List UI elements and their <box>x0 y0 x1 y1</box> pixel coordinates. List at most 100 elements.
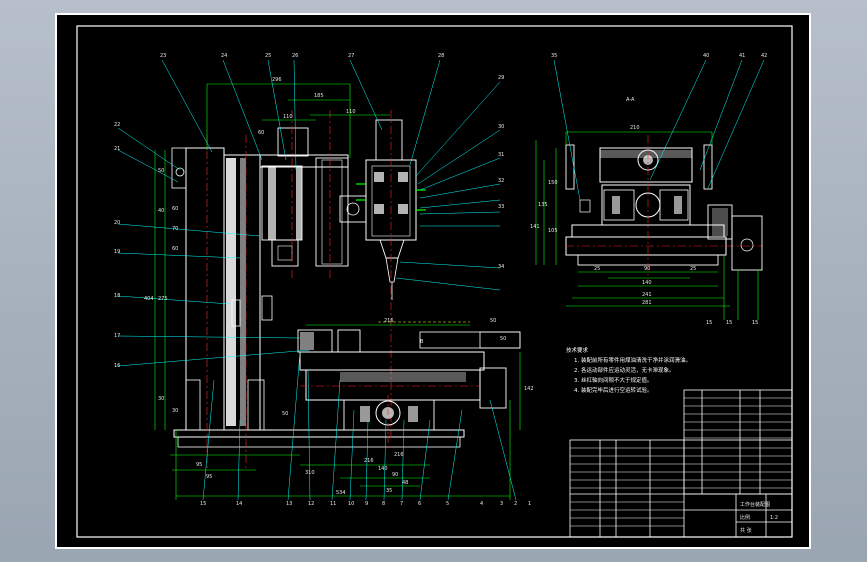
balloon-label: 40 <box>703 53 709 59</box>
balloon-label: 31 <box>498 152 504 158</box>
balloon-label: 8 <box>382 501 385 507</box>
title-block-text: 工作台装配图 比例 1:2 共 张 <box>740 501 778 534</box>
balloon-label: 10 <box>348 501 354 507</box>
main-view-dims: 296 185 110 110 60 50 40 60 70 60 275 40… <box>144 77 534 496</box>
balloon-label: 1 <box>528 501 531 507</box>
balloon-label: 19 <box>114 249 120 255</box>
dim-text: 534 <box>336 490 346 496</box>
dim-text: 142 <box>524 386 534 392</box>
balloon-label: 27 <box>348 53 354 59</box>
dim-text: 70 <box>172 226 178 232</box>
view-title: A-A <box>626 97 635 103</box>
dim-text: 15 <box>752 320 758 326</box>
balloon-label: 35 <box>551 53 557 59</box>
dim-text: 216 <box>394 452 404 458</box>
dim-text: 15 <box>726 320 732 326</box>
drawing-number: 工作台装配图 <box>740 501 770 508</box>
dim-text: 30 <box>158 396 164 402</box>
balloon-label: 3 <box>500 501 503 507</box>
assembly-drawing: 23 24 25 26 27 28 29 30 31 32 33 34 22 2… <box>76 25 793 538</box>
balloon-label: 23 <box>160 53 166 59</box>
balloon-label: 15 <box>200 501 206 507</box>
dim-text: 135 <box>538 202 548 208</box>
balloon-label: 4 <box>480 501 483 507</box>
dim-text: 216 <box>384 318 394 324</box>
dim-text: 25 <box>594 266 600 272</box>
cad-viewport[interactable]: 23 24 25 26 27 28 29 30 31 32 33 34 22 2… <box>0 0 867 562</box>
note-line: 2. 各运动部件应运动灵活，无卡滞现象。 <box>574 366 675 374</box>
dim-text: 296 <box>272 77 282 83</box>
dimension-lines <box>154 83 521 500</box>
balloon-label: 42 <box>761 53 767 59</box>
balloon-label: 11 <box>330 501 336 507</box>
dim-text: 15 <box>706 320 712 326</box>
dim-text: 110 <box>283 114 293 120</box>
dim-text: 95 <box>206 474 212 480</box>
dim-text: 141 <box>530 224 540 230</box>
balloon-label: 7 <box>400 501 403 507</box>
balloon-label: 20 <box>114 220 120 226</box>
dim-text: 50 <box>158 168 164 174</box>
sheet-label: 共 张 <box>740 527 752 534</box>
technical-notes: 技术要求 1. 装配前所有零件用煤油清洗干净并涂润滑油。 2. 各运动部件应运动… <box>566 346 691 394</box>
balloon-label: 32 <box>498 178 504 184</box>
dim-text: 90 <box>644 266 650 272</box>
dim-text: 50 <box>282 411 288 417</box>
balloon-label: 17 <box>114 333 120 339</box>
dim-text: 50 <box>500 336 506 342</box>
section-mark: B <box>420 339 424 345</box>
dim-text: 241 <box>642 292 652 298</box>
inner-frame <box>76 25 793 538</box>
balloon-label: 21 <box>114 146 120 152</box>
dim-text: 281 <box>642 300 652 306</box>
main-view <box>117 59 521 501</box>
balloon-label: 28 <box>438 53 444 59</box>
dim-text: 48 <box>402 480 408 486</box>
balloon-label: 25 <box>265 53 271 59</box>
leader-lines <box>117 59 517 501</box>
dim-text: 140 <box>378 466 388 472</box>
dim-text: 210 <box>630 125 640 131</box>
dim-text: 40 <box>158 208 164 214</box>
balloon-label: 12 <box>308 501 314 507</box>
title-block <box>569 389 793 538</box>
balloon-label: 30 <box>498 124 504 130</box>
balloon-label: 14 <box>236 501 242 507</box>
dim-text: 30 <box>172 408 178 414</box>
notes-heading: 技术要求 <box>566 346 589 354</box>
dim-text: 105 <box>548 228 558 234</box>
dim-text: 90 <box>392 472 398 478</box>
balloon-label: 24 <box>221 53 227 59</box>
balloon-label: 5 <box>446 501 449 507</box>
main-view-balloons: 23 24 25 26 27 28 29 30 31 32 33 34 22 2… <box>114 53 531 507</box>
balloon-label: 26 <box>292 53 298 59</box>
dim-text: 275 <box>158 296 168 302</box>
scale-label: 比例 <box>740 514 750 521</box>
dim-text: 35 <box>386 488 392 494</box>
side-view-labels: A-A 35 40 41 42 210 150 135 141 105 25 9… <box>530 53 767 326</box>
balloon-label: 9 <box>365 501 368 507</box>
balloon-label: 18 <box>114 293 120 299</box>
note-line: 3. 丝杠轴向间隙不大于规定值。 <box>574 376 653 384</box>
balloon-label: 2 <box>514 501 517 507</box>
dim-text: 25 <box>690 266 696 272</box>
note-line: 1. 装配前所有零件用煤油清洗干净并涂润滑油。 <box>574 356 691 364</box>
balloon-label: 16 <box>114 363 120 369</box>
balloon-label: 13 <box>286 501 292 507</box>
dim-text: 216 <box>364 458 374 464</box>
dim-text: 150 <box>548 180 558 186</box>
balloon-label: 29 <box>498 75 504 81</box>
balloon-label: 41 <box>739 53 745 59</box>
balloon-label: 6 <box>418 501 421 507</box>
balloon-label: 34 <box>498 264 504 270</box>
dim-text: 95 <box>196 462 202 468</box>
balloon-label: 22 <box>114 122 120 128</box>
dim-text: 50 <box>490 318 496 324</box>
dim-text: 404 <box>144 296 154 302</box>
balloon-label: 33 <box>498 204 504 210</box>
dim-text: 310 <box>305 470 315 476</box>
arm <box>259 154 349 168</box>
dim-text: 185 <box>314 93 324 99</box>
scale-value: 1:2 <box>770 515 778 521</box>
dim-text: 140 <box>642 280 652 286</box>
